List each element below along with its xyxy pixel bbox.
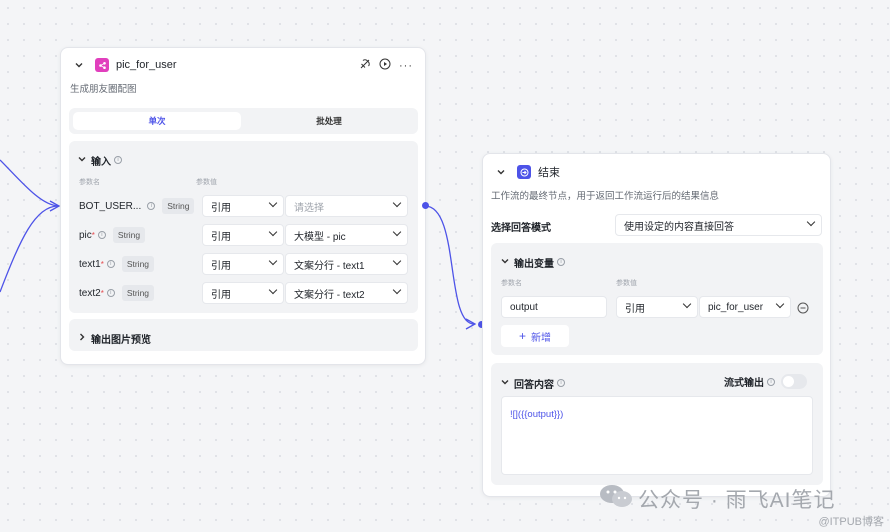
output-vars-section: 输出变量 i 参数名 参数值 output 引用 pic_for_user + … bbox=[491, 243, 823, 355]
chevron-right-icon[interactable] bbox=[77, 329, 87, 347]
param-row: text1 * i String bbox=[79, 253, 155, 275]
debug-icon[interactable] bbox=[359, 57, 371, 75]
mode-tabs: 单次 批处理 bbox=[69, 108, 418, 134]
info-icon: i bbox=[557, 379, 565, 387]
output-port[interactable] bbox=[422, 202, 429, 209]
input-chevron-icon[interactable] bbox=[77, 151, 87, 169]
output-value-select[interactable]: pic_for_user bbox=[699, 296, 791, 318]
param-row: pic * i String bbox=[79, 224, 146, 246]
value-select[interactable]: 请选择 bbox=[285, 195, 408, 217]
remove-icon[interactable] bbox=[797, 301, 809, 319]
collapse-chevron-icon[interactable] bbox=[73, 59, 85, 71]
mode-label: 选择回答模式 bbox=[491, 223, 551, 234]
answer-textarea[interactable]: ![]({{output}}) bbox=[501, 396, 813, 475]
watermark: 公众号 · 雨飞AI笔记 bbox=[598, 483, 836, 514]
info-icon: i bbox=[557, 258, 565, 266]
col-param-value: 参数值 bbox=[196, 179, 217, 186]
type-tag: String bbox=[162, 198, 195, 214]
watermark-text: 公众号 · 雨飞AI笔记 bbox=[638, 488, 836, 512]
source-select[interactable]: 引用 bbox=[202, 282, 284, 304]
info-icon: i bbox=[106, 289, 115, 297]
end-arrow-icon bbox=[465, 318, 477, 330]
value-select[interactable]: 文案分行 - text1 bbox=[285, 253, 408, 275]
collapse-chevron-icon[interactable] bbox=[495, 166, 507, 178]
node-title: 结束 bbox=[538, 167, 560, 179]
param-name: BOT_USER... bbox=[79, 200, 142, 212]
preview-section[interactable]: 输出图片预览 bbox=[69, 319, 418, 351]
value-select[interactable]: 文案分行 - text2 bbox=[285, 282, 408, 304]
watermark-sub: @ITPUB博客 bbox=[818, 516, 884, 528]
source-select[interactable]: 引用 bbox=[202, 253, 284, 275]
type-tag: String bbox=[112, 227, 146, 243]
answer-section: 回答内容 i 流式输出 i ![]({{output}}) bbox=[491, 363, 823, 485]
mode-select[interactable]: 使用设定的内容直接回答 bbox=[615, 214, 822, 236]
type-tag: String bbox=[121, 256, 155, 272]
input-section: 输入 i 参数名 参数值 BOT_USER... i String 引用 请选择… bbox=[69, 141, 418, 313]
info-icon: i bbox=[114, 156, 122, 164]
wechat-icon bbox=[598, 483, 634, 514]
input-title: 输入 bbox=[91, 156, 111, 168]
stream-toggle[interactable] bbox=[781, 374, 807, 389]
col-param-name: 参数名 bbox=[79, 179, 100, 186]
source-select[interactable]: 引用 bbox=[202, 224, 284, 246]
run-icon[interactable] bbox=[379, 57, 391, 75]
info-icon: i bbox=[97, 231, 106, 239]
plugin-icon bbox=[95, 58, 109, 72]
input-arrow-icon bbox=[49, 200, 61, 212]
output-name-input[interactable]: output bbox=[501, 296, 607, 318]
answer-chevron-icon[interactable] bbox=[500, 374, 510, 392]
stream-label: 流式输出 bbox=[724, 378, 764, 389]
end-icon bbox=[517, 165, 531, 179]
end-node[interactable]: 结束 工作流的最终节点，用于返回工作流运行后的结果信息 选择回答模式 使用设定的… bbox=[482, 153, 831, 497]
output-vars-title: 输出变量 bbox=[514, 258, 554, 270]
output-source-select[interactable]: 引用 bbox=[616, 296, 698, 318]
info-icon: i bbox=[106, 260, 115, 268]
more-icon[interactable]: ··· bbox=[399, 60, 413, 72]
plus-icon: + bbox=[518, 329, 526, 343]
info-icon: i bbox=[147, 202, 156, 210]
source-select[interactable]: 引用 bbox=[202, 195, 284, 217]
param-name: pic bbox=[79, 229, 92, 241]
preview-title: 输出图片预览 bbox=[91, 334, 151, 346]
answer-title: 回答内容 bbox=[514, 379, 554, 391]
node-description: 工作流的最终节点，用于返回工作流运行后的结果信息 bbox=[491, 191, 720, 202]
param-name: text2 bbox=[79, 287, 101, 299]
output-chevron-icon[interactable] bbox=[500, 253, 510, 271]
add-button[interactable]: + 新增 bbox=[501, 325, 569, 347]
node-description: 生成朋友圈配图 bbox=[70, 84, 137, 95]
col-param-name: 参数名 bbox=[501, 280, 522, 287]
param-row: BOT_USER... i String bbox=[79, 195, 195, 217]
info-icon: i bbox=[767, 377, 775, 386]
param-name: text1 bbox=[79, 258, 101, 270]
node-title: pic_for_user bbox=[116, 59, 177, 71]
param-row: text2 * i String bbox=[79, 282, 155, 304]
col-param-value: 参数值 bbox=[616, 280, 637, 287]
tab-single[interactable]: 单次 bbox=[73, 112, 241, 130]
tab-batch[interactable]: 批处理 bbox=[245, 112, 413, 130]
type-tag: String bbox=[121, 285, 155, 301]
plugin-node[interactable]: pic_for_user ··· 生成朋友圈配图 单次 批处理 输入 i 参数名… bbox=[60, 47, 426, 365]
value-select[interactable]: 大模型 - pic bbox=[285, 224, 408, 246]
